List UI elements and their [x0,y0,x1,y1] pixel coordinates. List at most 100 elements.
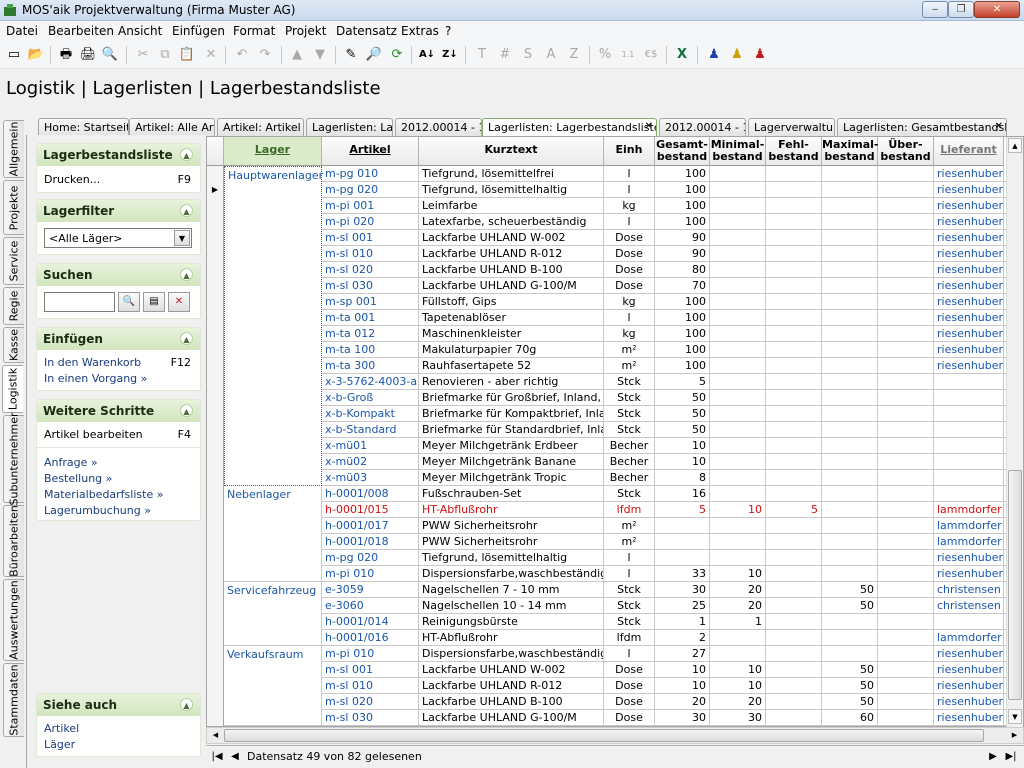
cell-max[interactable] [822,614,878,630]
collapse-chevron-icon[interactable]: ▲ [180,332,193,345]
cell-einh[interactable]: l [604,566,655,582]
previous-record-icon[interactable]: ◀ [228,749,242,764]
cell-lieferant[interactable]: riesenhuber [934,278,1004,294]
lagerbestand-grid[interactable]: Lager Artikel Kurztext Einh Gesamt- bestand M… [206,136,1024,727]
row-selector[interactable] [207,646,224,662]
cell-artikel[interactable]: x-mü02 [322,454,419,470]
cell-artikel[interactable]: m-sl 001 [322,662,419,678]
cell-lieferant[interactable]: riesenhuber [934,710,1004,726]
table-row[interactable]: m-pi 001 Leimfarbe kg 100 riesenhuber [207,198,1023,214]
row-selector[interactable] [207,550,224,566]
cell-ueber[interactable] [878,518,934,534]
cell-gesamt[interactable]: 10 [655,454,710,470]
cell-kurztext[interactable]: Briefmarke für Standardbrief, Inland [419,422,604,438]
box-header[interactable]: Lagerbestandsliste ▲ [37,144,200,166]
cell-einh[interactable]: Becher [604,454,655,470]
user-blue-icon[interactable]: ♟ [704,45,724,65]
cell-einh[interactable]: Dose [604,230,655,246]
cell-gesamt[interactable]: 30 [655,710,710,726]
cell-gesamt[interactable]: 70 [655,278,710,294]
cell-einh[interactable]: kg [604,198,655,214]
cell-min[interactable]: 10 [710,566,766,582]
cell-min[interactable]: 1 [710,614,766,630]
table-row[interactable]: e-3059 Nagelschellen 7 - 10 mm Stck 30 20 50 c… [207,582,1023,598]
cell-max[interactable]: 50 [822,598,878,614]
cell-fehl[interactable] [766,422,822,438]
materialbedarfsliste-link[interactable]: Materialbedarfsliste » [44,488,163,501]
cell-lager-group[interactable]: Servicefahrzeug [224,582,322,646]
row-selector[interactable] [207,582,224,598]
cell-lieferant[interactable]: christensen [934,598,1004,614]
cell-ueber[interactable] [878,454,934,470]
table-row[interactable]: h-0001/016 HT-Abflußrohr lfdm 2 lammdorfer [207,630,1023,646]
collapse-chevron-icon[interactable]: ▲ [180,268,193,281]
table-row[interactable]: x-mü01 Meyer Milchgetränk Erdbeer Becher 10 [207,438,1023,454]
cell-kurztext[interactable]: Makulaturpapier 70g [419,342,604,358]
cell-ueber[interactable] [878,182,934,198]
cell-fehl[interactable] [766,294,822,310]
cell-lieferant[interactable]: lammdorfer [934,518,1004,534]
z-format-icon[interactable]: Z [564,45,584,65]
table-row[interactable]: x-mü02 Meyer Milchgetränk Banane Becher 10 [207,454,1023,470]
cell-min[interactable] [710,534,766,550]
menu-bearbeiten[interactable]: Bearbeiten [48,24,114,38]
cell-ueber[interactable] [878,278,934,294]
vtab-projekte[interactable]: Projekte [3,180,24,235]
row-selector[interactable] [207,198,224,214]
last-record-icon[interactable]: ▶| [1004,749,1018,764]
cell-max[interactable] [822,182,878,198]
cell-artikel[interactable]: x-3-5762-4003-a [322,374,419,390]
cell-max[interactable] [822,374,878,390]
cell-artikel[interactable]: m-pg 010 [322,166,419,182]
menu-projekt[interactable]: Projekt [285,24,326,38]
table-row[interactable]: m-ta 100 Makulaturpapier 70g m² 100 riesenhu… [207,342,1023,358]
cell-kurztext[interactable]: Lackfarbe UHLAND G-100/M [419,710,604,726]
cell-kurztext[interactable]: Briefmarke für Kompaktbrief, Inland, [419,406,604,422]
cell-lieferant[interactable]: riesenhuber [934,678,1004,694]
cell-max[interactable] [822,454,878,470]
first-record-icon[interactable]: |◀ [210,749,224,764]
artikel-bearbeiten-link[interactable]: Artikel bearbeiten [44,428,143,441]
column-header-gesamt[interactable]: Gesamt- bestand [655,137,710,166]
cell-einh[interactable]: Stck [604,374,655,390]
cell-max[interactable] [822,246,878,262]
cell-artikel[interactable]: m-sl 020 [322,262,419,278]
cell-gesamt[interactable]: 10 [655,678,710,694]
cell-lieferant[interactable]: riesenhuber [934,310,1004,326]
cell-einh[interactable]: m² [604,342,655,358]
cell-fehl[interactable] [766,470,822,486]
cell-ueber[interactable] [878,678,934,694]
cell-lieferant[interactable]: riesenhuber [934,662,1004,678]
cell-lieferant[interactable] [934,406,1004,422]
row-selector[interactable] [207,486,224,502]
box-header[interactable]: Siehe auch ▲ [37,694,200,716]
row-selector[interactable] [207,406,224,422]
cell-max[interactable] [822,262,878,278]
cell-einh[interactable]: Stck [604,614,655,630]
column-header-kurztext[interactable]: Kurztext [419,137,604,166]
cell-artikel[interactable]: m-pi 010 [322,566,419,582]
bestellung-link[interactable]: Bestellung » [44,472,112,485]
cell-lieferant[interactable]: riesenhuber [934,246,1004,262]
box-header[interactable]: Lagerfilter ▲ [37,200,200,222]
cell-ueber[interactable] [878,630,934,646]
cell-max[interactable] [822,502,878,518]
row-selector[interactable] [207,358,224,374]
move-down-icon[interactable]: ▼ [310,45,330,65]
cell-lieferant[interactable] [934,438,1004,454]
search-input[interactable] [44,292,115,312]
cell-artikel[interactable]: m-sl 001 [322,230,419,246]
table-row[interactable]: h-0001/018 PWW Sicherheitsrohr m² lammdorfe… [207,534,1023,550]
cell-kurztext[interactable]: Meyer Milchgetränk Erdbeer [419,438,604,454]
cell-einh[interactable]: m² [604,358,655,374]
cell-min[interactable] [710,438,766,454]
cell-max[interactable] [822,470,878,486]
vorgang-link[interactable]: In einen Vorgang » [44,372,147,385]
cell-gesamt[interactable]: 100 [655,182,710,198]
cell-artikel[interactable]: m-ta 100 [322,342,419,358]
column-header-min[interactable]: Minimal- bestand [710,137,766,166]
vtab-allgemein[interactable]: Allgemein [3,120,24,178]
cell-einh[interactable]: Becher [604,470,655,486]
clear-filter-icon[interactable]: ✕ [168,292,190,312]
cell-fehl[interactable] [766,182,822,198]
